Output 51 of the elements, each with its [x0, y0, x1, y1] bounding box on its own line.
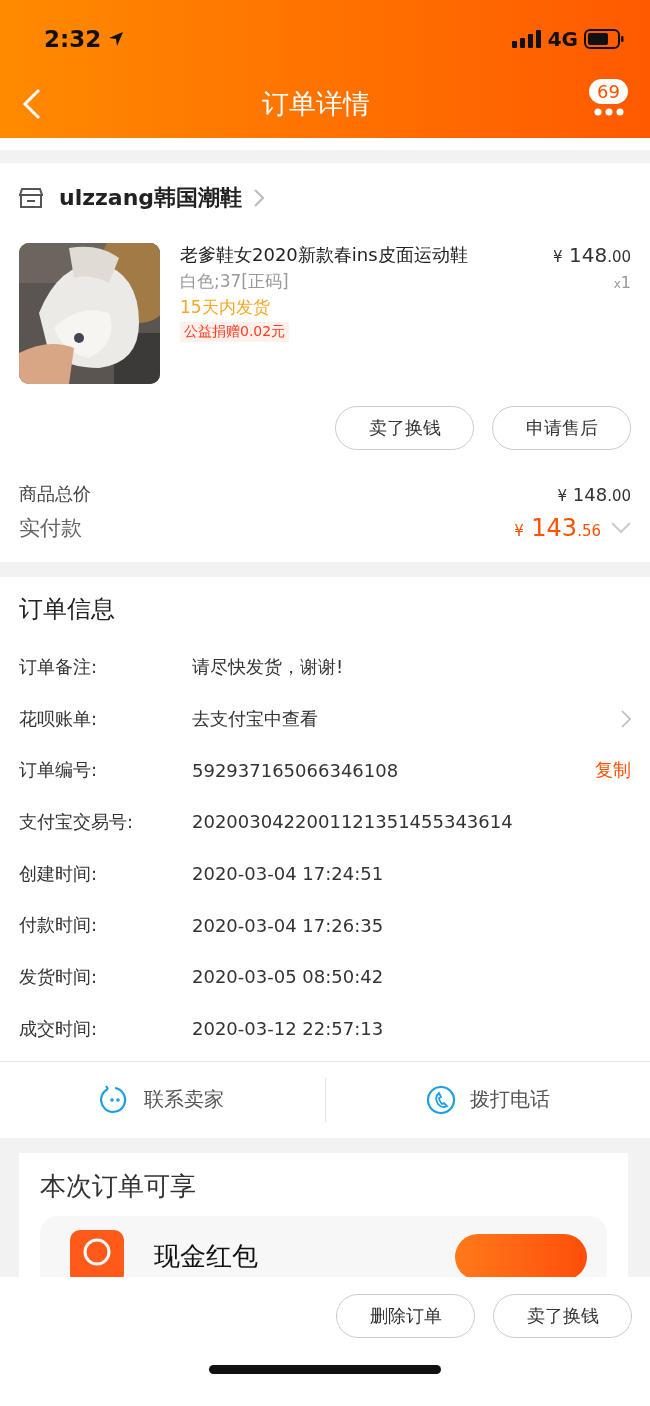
action-button[interactable]: 删除订单 — [336, 1294, 475, 1338]
location-arrow-icon — [107, 30, 126, 48]
store-icon — [19, 187, 43, 209]
contact-button[interactable]: 联系卖家 — [144, 1086, 225, 1113]
product-sku: 白色;37[正码] — [180, 270, 289, 293]
page-title: 订单详情 — [260, 87, 371, 121]
info-value: 2020-03-05 08:50:42 — [192, 966, 385, 988]
info-label: 花呗账单: — [19, 706, 99, 731]
back-icon[interactable] — [22, 88, 42, 120]
item-quantity: x1 — [613, 273, 631, 292]
info-value: 2020-03-04 17:24:51 — [192, 863, 385, 885]
product-title[interactable]: 老爹鞋女2020新款春ins皮面运动鞋 — [180, 243, 468, 267]
info-value: 2020-03-04 17:26:35 — [192, 914, 385, 936]
battery-icon — [584, 29, 624, 49]
info-label: 付款时间: — [19, 913, 99, 938]
total-label: 实付款 — [19, 515, 82, 542]
total-amount: ¥ 148.00 — [557, 483, 631, 505]
info-label: 支付宝交易号: — [19, 809, 135, 834]
action-button[interactable]: 卖了换钱 — [335, 406, 474, 450]
info-value: 2020-03-12 22:57:13 — [192, 1018, 385, 1040]
info-label: 发货时间: — [19, 964, 99, 989]
info-value: 请尽快发货，谢谢! — [192, 654, 345, 679]
info-label: 成交时间: — [19, 1016, 99, 1041]
shipping-note: 15天内发货 — [180, 296, 270, 319]
action-button[interactable]: 申请售后 — [492, 406, 631, 450]
section-title: 本次订单可享 — [40, 1169, 197, 1203]
offer-title: 现金红包 — [154, 1240, 258, 1273]
contact-button[interactable]: 拨打电话 — [469, 1086, 550, 1113]
item-price: ¥ 148.00 — [553, 243, 631, 267]
info-value[interactable]: 去支付宝中查看 — [192, 706, 621, 731]
info-value: 592937165066346108 — [192, 759, 400, 781]
action-button[interactable]: 卖了换钱 — [493, 1294, 632, 1338]
chevron-right-icon[interactable] — [621, 709, 631, 728]
chevron-right-icon[interactable] — [254, 189, 265, 207]
more-icon[interactable] — [593, 107, 624, 116]
claim-button[interactable] — [455, 1233, 587, 1277]
shop-name[interactable]: ulzzang韩国潮鞋 — [59, 183, 243, 213]
info-label: 创建时间: — [19, 861, 99, 886]
status-time: 2:32 — [44, 26, 102, 52]
total-label: 商品总价 — [19, 482, 91, 506]
signal-icon — [511, 30, 542, 48]
charity-tag: 公益捐赠0.02元 — [180, 322, 290, 342]
section-title: 订单信息 — [19, 594, 116, 625]
info-label: 订单编号: — [19, 758, 99, 783]
message-badge: 69 — [589, 78, 628, 104]
chevron-down-icon[interactable] — [611, 522, 631, 534]
phone-icon[interactable] — [425, 1084, 456, 1115]
info-label: 订单备注: — [19, 654, 99, 679]
network-label: 4G — [547, 27, 578, 51]
total-amount: ¥ 143.56 — [514, 514, 601, 542]
info-value: 2020030422001121351455343614 — [192, 811, 514, 833]
